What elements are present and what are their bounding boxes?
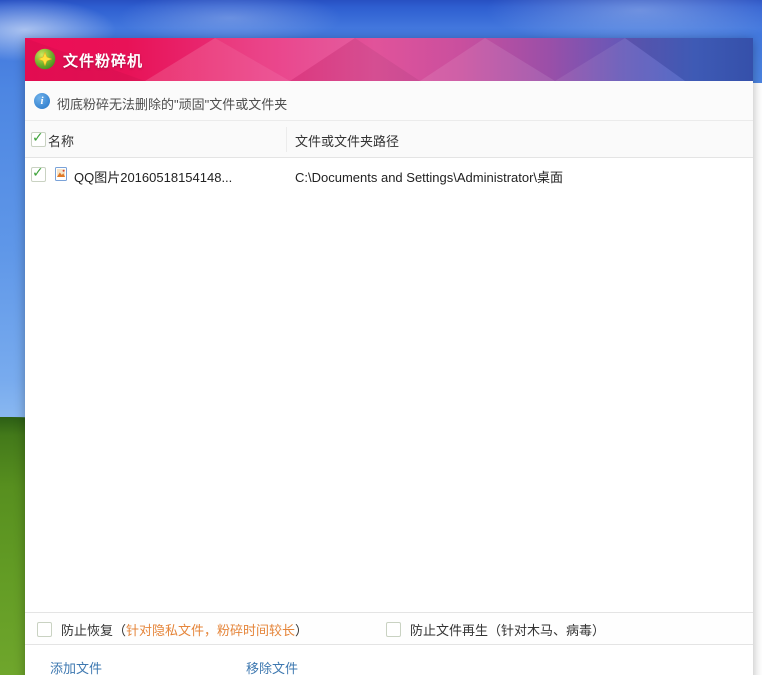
prevent-recovery-label-suffix: ）	[295, 623, 308, 638]
window-title: 文件粉碎机	[63, 50, 143, 71]
titlebar[interactable]: 文件粉碎机	[25, 38, 753, 81]
prevent-regen-option[interactable]: 防止文件再生（针对木马、病毒）	[386, 613, 605, 646]
options-bar: 防止恢复（针对隐私文件，粉碎时间较长） 防止文件再生（针对木马、病毒）	[25, 612, 753, 645]
file-path: C:\Documents and Settings\Administrator\…	[295, 167, 563, 186]
select-all-checkbox[interactable]: ✓	[31, 132, 46, 147]
prevent-recovery-label: 防止恢复（针对隐私文件，粉碎时间较长）	[61, 620, 308, 639]
check-icon: ✓	[32, 165, 44, 180]
screen: 文件粉碎机 i 彻底粉碎无法删除的"顽固"文件或文件夹 ✓ 名称 文件或文件夹路…	[0, 0, 762, 675]
file-shredder-window: 文件粉碎机 i 彻底粉碎无法删除的"顽固"文件或文件夹 ✓ 名称 文件或文件夹路…	[25, 38, 753, 675]
app-logo-icon	[34, 48, 56, 70]
prevent-regen-label: 防止文件再生（针对木马、病毒）	[410, 620, 605, 639]
check-icon: ✓	[32, 130, 44, 145]
image-file-icon	[53, 166, 69, 182]
column-divider	[286, 127, 287, 152]
table-header: ✓ 名称 文件或文件夹路径	[25, 121, 753, 158]
column-header-name[interactable]: 名称	[48, 131, 74, 150]
prevent-recovery-label-prefix: 防止恢复（	[61, 623, 126, 638]
row-checkbox[interactable]: ✓	[31, 167, 46, 182]
info-text: 彻底粉碎无法删除的"顽固"文件或文件夹	[57, 94, 287, 113]
info-bar: i 彻底粉碎无法删除的"顽固"文件或文件夹	[25, 81, 753, 121]
background-window-edge	[753, 83, 762, 675]
prevent-recovery-option[interactable]: 防止恢复（针对隐私文件，粉碎时间较长）	[37, 613, 308, 646]
add-file-link[interactable]: 添加文件	[50, 658, 102, 675]
table-row[interactable]: ✓ QQ图片20160518154148... C:\Documents and…	[25, 158, 753, 191]
remove-file-link[interactable]: 移除文件	[246, 658, 298, 675]
column-header-path[interactable]: 文件或文件夹路径	[295, 131, 399, 150]
links-bar: 添加文件 移除文件	[25, 658, 753, 675]
prevent-recovery-label-highlight: 针对隐私文件，粉碎时间较长	[126, 623, 295, 638]
info-icon: i	[34, 93, 50, 109]
file-name: QQ图片20160518154148...	[74, 167, 232, 186]
prevent-recovery-checkbox[interactable]	[37, 622, 52, 637]
prevent-regen-checkbox[interactable]	[386, 622, 401, 637]
